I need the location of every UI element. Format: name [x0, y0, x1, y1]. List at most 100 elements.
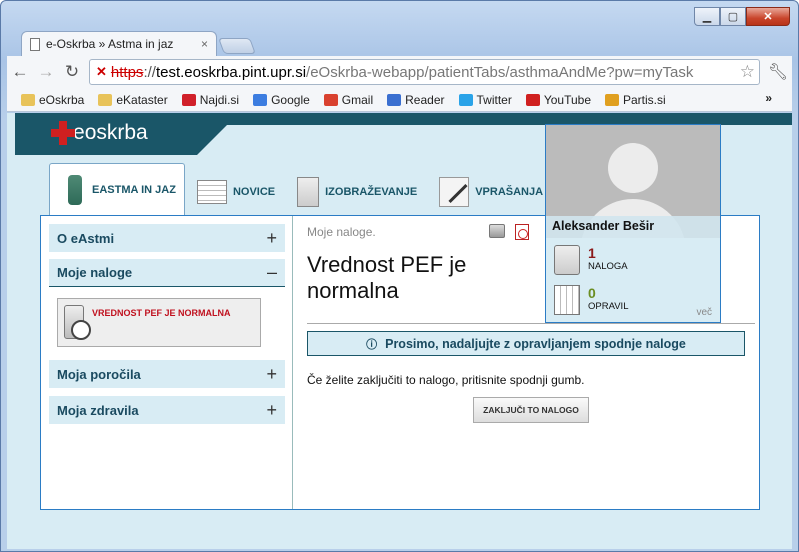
bookmark-label: YouTube	[543, 92, 591, 107]
more-link[interactable]: več	[696, 307, 712, 318]
insecure-lock-icon: ✕	[96, 64, 107, 79]
tab-vprasanja[interactable]: Vprašanja	[429, 169, 553, 215]
expand-icon: +	[266, 399, 277, 420]
url-separator: ://	[143, 63, 156, 81]
bookmark-label: Reader	[405, 92, 445, 107]
bookmark-label: Partis.si	[623, 92, 666, 107]
bookmark-item[interactable]: Reader	[387, 92, 445, 107]
tab-label: eAstma in jaz	[92, 183, 176, 196]
calendar-icon	[554, 285, 580, 315]
sidebar-item-moja-porocila[interactable]: Moja poročila +	[49, 360, 285, 388]
bookmarks-overflow-button[interactable]: »	[765, 91, 772, 105]
done-label: OPRAVIL	[588, 301, 629, 312]
bookmark-label: Twitter	[476, 92, 512, 107]
twitter-icon	[458, 93, 473, 106]
sidebar-item-o-eastmi[interactable]: O eAstmi +	[49, 224, 285, 252]
sidebar-item-label: Moja zdravila	[57, 402, 139, 418]
bookmark-item[interactable]: Gmail	[323, 92, 374, 107]
education-icon	[297, 177, 320, 207]
tab-label: Novice	[232, 186, 276, 198]
bookmark-item[interactable]: eKataster	[98, 92, 168, 107]
site-logo[interactable]: e oskrba	[51, 121, 148, 145]
browser-toolbar: ← → ↻ ✕ https :// test.eoskrba.pint.upr.…	[7, 56, 792, 88]
finish-task-button[interactable]: ZAKLJUČI TO NALOGO	[473, 397, 589, 423]
minimize-button[interactable]: ▁	[694, 7, 720, 26]
page-actions	[489, 224, 529, 240]
collapse-icon: –	[266, 262, 277, 282]
page-icon	[30, 37, 40, 51]
bookmark-label: Najdi.si	[199, 92, 240, 107]
bookmark-label: Gmail	[341, 92, 374, 107]
google-icon	[253, 93, 268, 106]
sidebar-item-label: Moja poročila	[57, 366, 141, 382]
newspaper-icon	[196, 180, 227, 204]
close-tab-icon[interactable]: ×	[201, 37, 208, 51]
instruction-text: Če želite zaključiti to nalogo, pritisni…	[307, 373, 585, 387]
tasks-count: 1	[588, 245, 596, 261]
back-button[interactable]: ←	[7, 59, 33, 85]
close-window-button[interactable]: ✕	[746, 7, 790, 26]
new-tab-button[interactable]	[218, 38, 256, 54]
print-icon[interactable]	[489, 224, 505, 238]
page-title: Vrednost PEF je normalna	[307, 252, 467, 303]
tab-label: Izobraževanje	[325, 186, 418, 198]
notice-text: Prosimo, nadaljujte z opravljanjem spodn…	[385, 336, 686, 351]
wrench-menu-icon[interactable]: 🔧︎	[764, 62, 792, 82]
info-icon: ⓘ	[366, 338, 378, 351]
browser-tab[interactable]: e-Oskrba » Astma in jaz ×	[21, 31, 217, 56]
sidebar-item-moja-zdravila[interactable]: Moja zdravila +	[49, 396, 285, 424]
breadcrumb: Moje naloge.	[307, 225, 376, 239]
bookmark-item[interactable]: YouTube	[525, 92, 591, 107]
url-path: /eOskrba-webapp/patientTabs/asthmaAndMe?…	[306, 63, 694, 81]
task-timer-icon	[554, 245, 580, 275]
sidebar: O eAstmi + Moje naloge – VREDNOST PEF JE…	[41, 216, 293, 509]
najdi-icon	[181, 93, 196, 106]
expand-icon: +	[266, 363, 277, 384]
sidebar-item-label: O eAstmi	[57, 230, 115, 246]
youtube-icon	[525, 93, 540, 106]
questions-icon	[439, 177, 470, 207]
browser-window: ▁ ▢ ✕ e-Oskrba » Astma in jaz × ← → ↻ ✕ …	[0, 0, 799, 552]
tab-eastma-in-jaz[interactable]: eAstma in jaz	[49, 163, 185, 215]
pdf-icon[interactable]	[515, 224, 529, 240]
bookmark-item[interactable]: Google	[253, 93, 310, 107]
reload-button[interactable]: ↻	[59, 59, 85, 85]
sidebar-item-label: Moje naloge	[57, 265, 133, 280]
inhaler-icon	[68, 174, 82, 205]
user-card: Aleksander Bešir 1 NALOGA 0 OPRAVIL več	[545, 124, 721, 323]
tab-label: Vprašanja	[475, 186, 544, 198]
tab-strip: e-Oskrba » Astma in jaz ×	[21, 31, 256, 56]
browser-tab-title: e-Oskrba » Astma in jaz	[46, 37, 174, 51]
address-bar[interactable]: ✕ https :// test.eoskrba.pint.upr.si /eO…	[89, 59, 760, 85]
web-page: e oskrba eAstma in jaz Novice Izobraževan…	[7, 113, 792, 549]
notice-banner: ⓘ Prosimo, nadaljujte z opravljanjem spo…	[307, 331, 745, 356]
bookmark-label: Google	[271, 92, 310, 107]
tab-izobrazevanje[interactable]: Izobraževanje	[287, 169, 427, 215]
expand-icon: +	[266, 227, 277, 248]
maximize-button[interactable]: ▢	[720, 7, 746, 26]
window-controls: ▁ ▢ ✕	[694, 7, 790, 26]
bookmark-item[interactable]: Twitter	[458, 92, 512, 107]
task-timer-icon	[64, 305, 91, 340]
bookmark-label: eKataster	[116, 92, 168, 107]
task-card[interactable]: VREDNOST PEF JE NORMALNA	[57, 298, 261, 347]
sidebar-item-moje-naloge[interactable]: Moje naloge –	[49, 259, 285, 287]
bookmark-item[interactable]: eOskrba	[21, 93, 84, 107]
gmail-icon	[323, 93, 338, 106]
divider	[307, 323, 755, 324]
avatar-head	[608, 143, 658, 193]
bookmarks-bar: eOskrba eKataster Najdi.si Google Gmail Reade…	[7, 88, 792, 112]
tab-novice[interactable]: Novice	[187, 169, 285, 215]
tasks-stat[interactable]: 1 NALOGA	[554, 245, 628, 275]
reader-icon	[387, 93, 402, 106]
logo-text: oskrba	[84, 121, 148, 144]
forward-button[interactable]: →	[33, 59, 59, 85]
bookmark-star-icon[interactable]: ☆	[737, 62, 755, 82]
bookmark-item[interactable]: Partis.si	[605, 93, 666, 107]
tasks-label: NALOGA	[588, 261, 628, 272]
partis-icon	[605, 93, 619, 106]
bookmark-item[interactable]: Najdi.si	[181, 92, 240, 107]
url-host: test.eoskrba.pint.upr.si	[155, 63, 307, 81]
done-stat[interactable]: 0 OPRAVIL	[554, 285, 628, 315]
url-protocol: https	[110, 63, 144, 81]
